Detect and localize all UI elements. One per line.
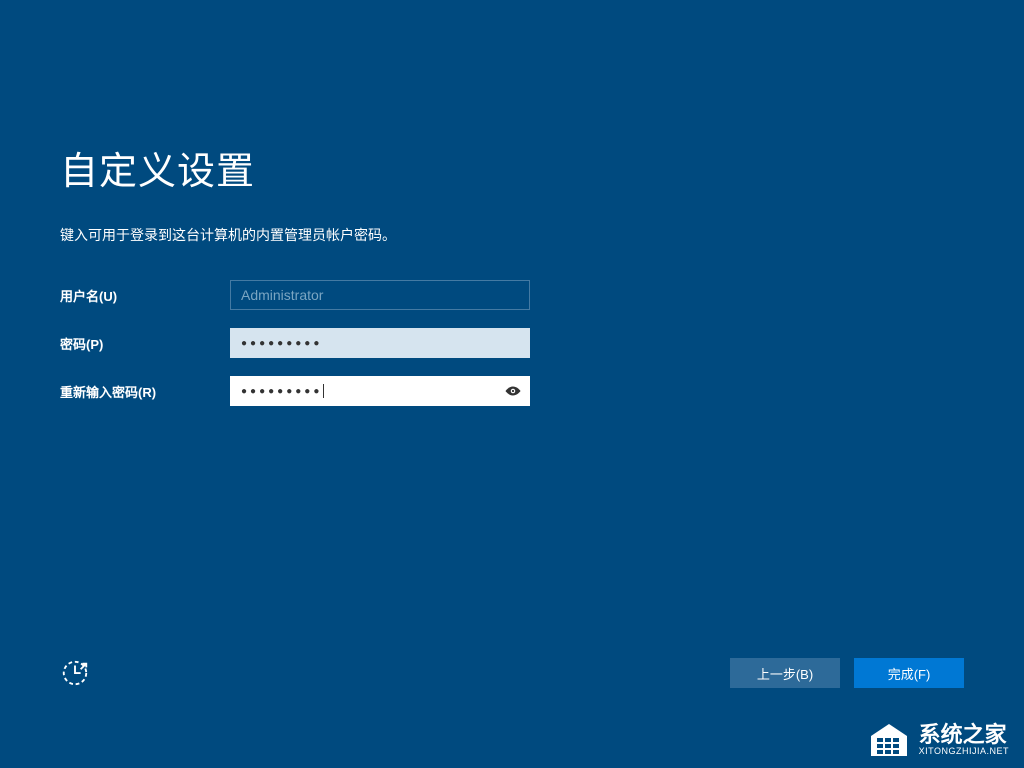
watermark-title: 系统之家 [919,723,1009,747]
password-label: 密码(P) [60,334,230,353]
page-title: 自定义设置 [60,140,964,195]
password-input[interactable]: ●●●●●●●●● [230,328,530,358]
confirm-password-label: 重新输入密码(R) [60,382,230,401]
username-input [230,280,530,310]
accessibility-icon[interactable] [60,658,90,688]
username-row: 用户名(U) [60,280,964,310]
username-label: 用户名(U) [60,286,230,305]
finish-button[interactable]: 完成(F) [854,658,964,688]
watermark: 系统之家 XITONGZHIJIA.NET [865,722,1009,758]
page-subtitle: 键入可用于登录到这台计算机的内置管理员帐户密码。 [60,225,964,245]
reveal-password-icon[interactable] [504,382,522,400]
back-button[interactable]: 上一步(B) [730,658,840,688]
watermark-url: XITONGZHIJIA.NET [919,747,1009,757]
password-row: 密码(P) ●●●●●●●●● [60,328,964,358]
watermark-logo-icon [865,722,913,758]
confirm-password-input[interactable]: ●●●●●●●●● [230,376,530,406]
confirm-password-row: 重新输入密码(R) ●●●●●●●●● [60,376,964,406]
